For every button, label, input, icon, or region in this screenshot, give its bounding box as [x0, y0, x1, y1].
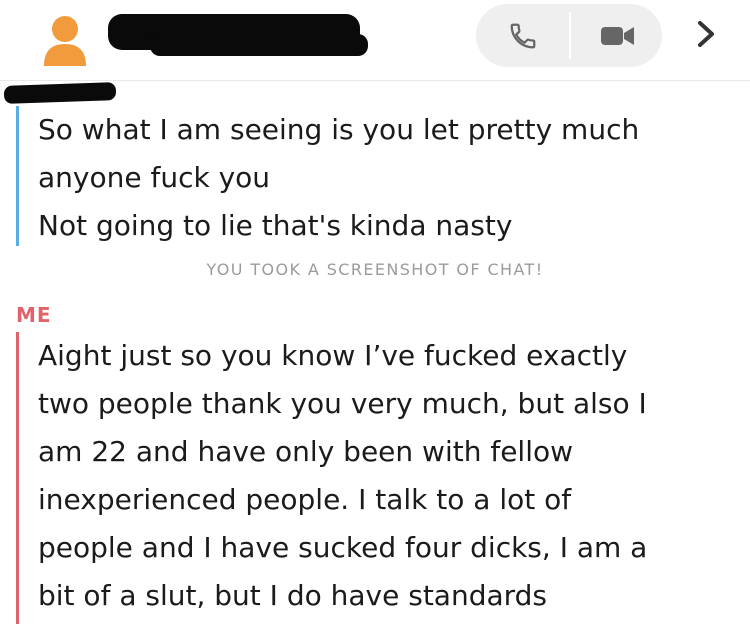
- message-friend: So what I am seeing is you let pretty mu…: [16, 106, 736, 246]
- message-text: Aight just so you know I’ve fucked exact…: [38, 339, 648, 612]
- message-bar: [16, 106, 19, 246]
- sender-label-me: ME: [16, 303, 52, 327]
- voice-call-button[interactable]: [476, 4, 569, 67]
- chevron-right-icon: [698, 21, 714, 47]
- avatar-icon[interactable]: [42, 14, 88, 66]
- more-options-button[interactable]: [688, 16, 724, 52]
- phone-icon: [510, 23, 535, 48]
- person-silhouette-icon: [44, 16, 86, 66]
- message-me: Aight just so you know I’ve fucked exact…: [16, 332, 736, 624]
- redacted-contact-name-scribble: [150, 34, 368, 56]
- message-bar: [16, 332, 19, 624]
- video-camera-icon: [600, 26, 634, 45]
- video-call-button[interactable]: [571, 4, 662, 67]
- redacted-sender-name: [3, 82, 117, 104]
- screenshot-notice: YOU TOOK A SCREENSHOT OF CHAT!: [206, 260, 544, 279]
- message-text: So what I am seeing is you let pretty mu…: [38, 113, 640, 242]
- chat-header: [0, 0, 750, 81]
- call-video-pill: [476, 4, 662, 67]
